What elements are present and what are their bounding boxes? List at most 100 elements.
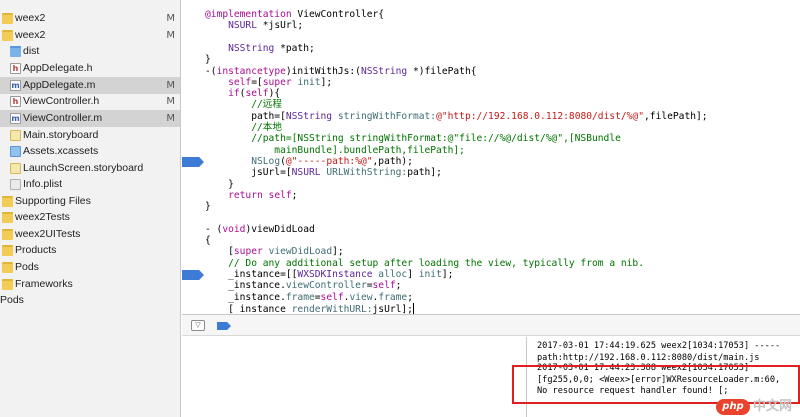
code-token: NSString xyxy=(360,66,408,77)
navigator-item-label: Assets.xcassets xyxy=(23,145,99,157)
code-token: [ xyxy=(205,246,234,257)
folder-yellow-icon xyxy=(2,30,13,41)
code-token: _instance=[[ xyxy=(205,269,298,280)
code-token: path=[ xyxy=(205,111,286,122)
code-token: // Do any additional setup after loading… xyxy=(205,258,644,269)
navigator-item-label: AppDelegate.h xyxy=(23,62,93,74)
objc-file-icon: m xyxy=(10,113,21,124)
code-token: { xyxy=(205,235,211,246)
asset-catalog-icon xyxy=(10,146,21,157)
code-token: //本地 xyxy=(205,122,282,133)
code-token: NSURL xyxy=(228,20,257,31)
folder-yellow-icon xyxy=(2,196,13,207)
navigator-item-label: Main.storyboard xyxy=(23,129,99,141)
code-line: NSURL *jsUrl; xyxy=(205,20,303,32)
navigator-item[interactable]: m ViewController.m M xyxy=(0,110,180,127)
code-token: URLWithString: xyxy=(326,167,408,178)
code-token: WXSDKInstance xyxy=(297,269,373,280)
navigator-item[interactable]: Pods xyxy=(0,292,180,309)
navigator-item[interactable]: m AppDelegate.m M xyxy=(0,77,180,94)
folder-yellow-icon xyxy=(2,245,13,256)
code-token: self xyxy=(320,292,344,303)
code-token: self xyxy=(372,280,396,291)
code-line: _instance.viewController=self; xyxy=(205,280,401,292)
navigator-item-label: Supporting Files xyxy=(15,195,91,207)
navigator-item[interactable]: Pods xyxy=(0,259,180,276)
code-token: if xyxy=(228,88,240,99)
navigator-item[interactable]: h AppDelegate.h xyxy=(0,60,180,77)
code-token: self xyxy=(268,190,292,201)
code-line: //远程 xyxy=(205,99,282,111)
code-token: *jsUrl; xyxy=(257,20,304,31)
code-token: } xyxy=(205,201,211,212)
code-token: jsUrl=[ xyxy=(205,167,292,178)
code-token: =[ xyxy=(251,77,263,88)
code-token: ]; xyxy=(320,77,333,88)
code-token: _instance. xyxy=(205,280,286,291)
code-token: frame xyxy=(285,292,315,303)
console-line: 2017-03-01 17:44:19.625 weex2[1034:17053… xyxy=(537,341,781,351)
storyboard-icon xyxy=(10,163,21,174)
navigator-item-label: weex2UITests xyxy=(15,228,81,240)
navigator-item[interactable]: h ViewController.h M xyxy=(0,93,180,110)
navigator-item[interactable]: weex2 M xyxy=(0,27,180,44)
navigator-item-label: weex2 xyxy=(15,12,46,24)
code-line: [_instance renderWithURL:jsUrl]; xyxy=(205,303,414,314)
navigator-item-label: Frameworks xyxy=(15,278,73,290)
code-line: return self; xyxy=(205,190,297,202)
code-token: ]; xyxy=(441,269,454,280)
code-token: void xyxy=(222,224,246,235)
navigator-item-label: ViewController.h xyxy=(23,95,100,107)
navigator-item[interactable]: Products xyxy=(0,242,180,259)
navigator-item[interactable]: LaunchScreen.storyboard xyxy=(0,160,180,177)
navigator-item[interactable]: Info.plist xyxy=(0,176,180,193)
code-token: } xyxy=(205,179,234,190)
code-token: self xyxy=(245,88,269,99)
code-token: renderWithURL: xyxy=(291,304,373,314)
hide-debug-area-icon[interactable]: ▽ xyxy=(191,320,205,331)
code-token: mainBundle].bundlePath,filePath]; xyxy=(205,145,465,156)
navigator-item[interactable]: weex2UITests xyxy=(0,226,180,243)
navigator-item-label: ViewController.m xyxy=(23,112,103,124)
code-token: NSString xyxy=(285,111,333,122)
code-token: instancetype xyxy=(216,66,286,77)
code-token: ; xyxy=(407,292,413,303)
code-line: } xyxy=(205,54,211,66)
scm-status-badge: M xyxy=(166,96,175,107)
code-line: jsUrl=[NSURL URLWithString:path]; xyxy=(205,167,442,179)
code-token: ,filePath]; xyxy=(644,111,708,122)
navigator-item[interactable]: Assets.xcassets xyxy=(0,143,180,160)
text-cursor xyxy=(412,303,414,314)
breakpoint-toggle-icon[interactable] xyxy=(217,322,231,330)
code-token: @"-----path:%@" xyxy=(285,156,373,167)
scm-status-badge: M xyxy=(166,13,175,24)
code-token: frame xyxy=(378,292,408,303)
navigator-item-label: AppDelegate.m xyxy=(23,79,96,91)
navigator-item[interactable]: weex2Tests xyxy=(0,209,180,226)
navigator-item[interactable]: dist xyxy=(0,43,180,60)
code-token: @implementation xyxy=(205,9,292,20)
code-token: NSURL xyxy=(291,167,321,178)
code-token: ; xyxy=(291,190,298,201)
navigator-item[interactable]: Supporting Files xyxy=(0,193,180,210)
navigator-item[interactable]: weex2 M xyxy=(0,10,180,27)
navigator-item-label: weex2 xyxy=(15,29,46,41)
code-token: ){ xyxy=(268,88,281,99)
watermark-logo: php 中文网 xyxy=(716,397,800,417)
navigator-item[interactable]: Main.storyboard xyxy=(0,127,180,144)
source-editor[interactable]: @implementation ViewController{ NSURL *j… xyxy=(182,0,800,314)
code-token: NSString xyxy=(228,43,275,54)
code-token: self xyxy=(228,77,252,88)
code-token: @"http://192.168.0.112:8080/dist/%@" xyxy=(436,111,645,122)
code-token: *path; xyxy=(274,43,315,54)
scm-status-badge: M xyxy=(166,30,175,41)
code-token: _instance. xyxy=(205,292,286,303)
navigator-item[interactable]: Frameworks xyxy=(0,276,180,293)
code-token: view xyxy=(349,292,373,303)
code-token: NSLog xyxy=(251,156,281,167)
code-token: *)filePath{ xyxy=(407,66,477,77)
